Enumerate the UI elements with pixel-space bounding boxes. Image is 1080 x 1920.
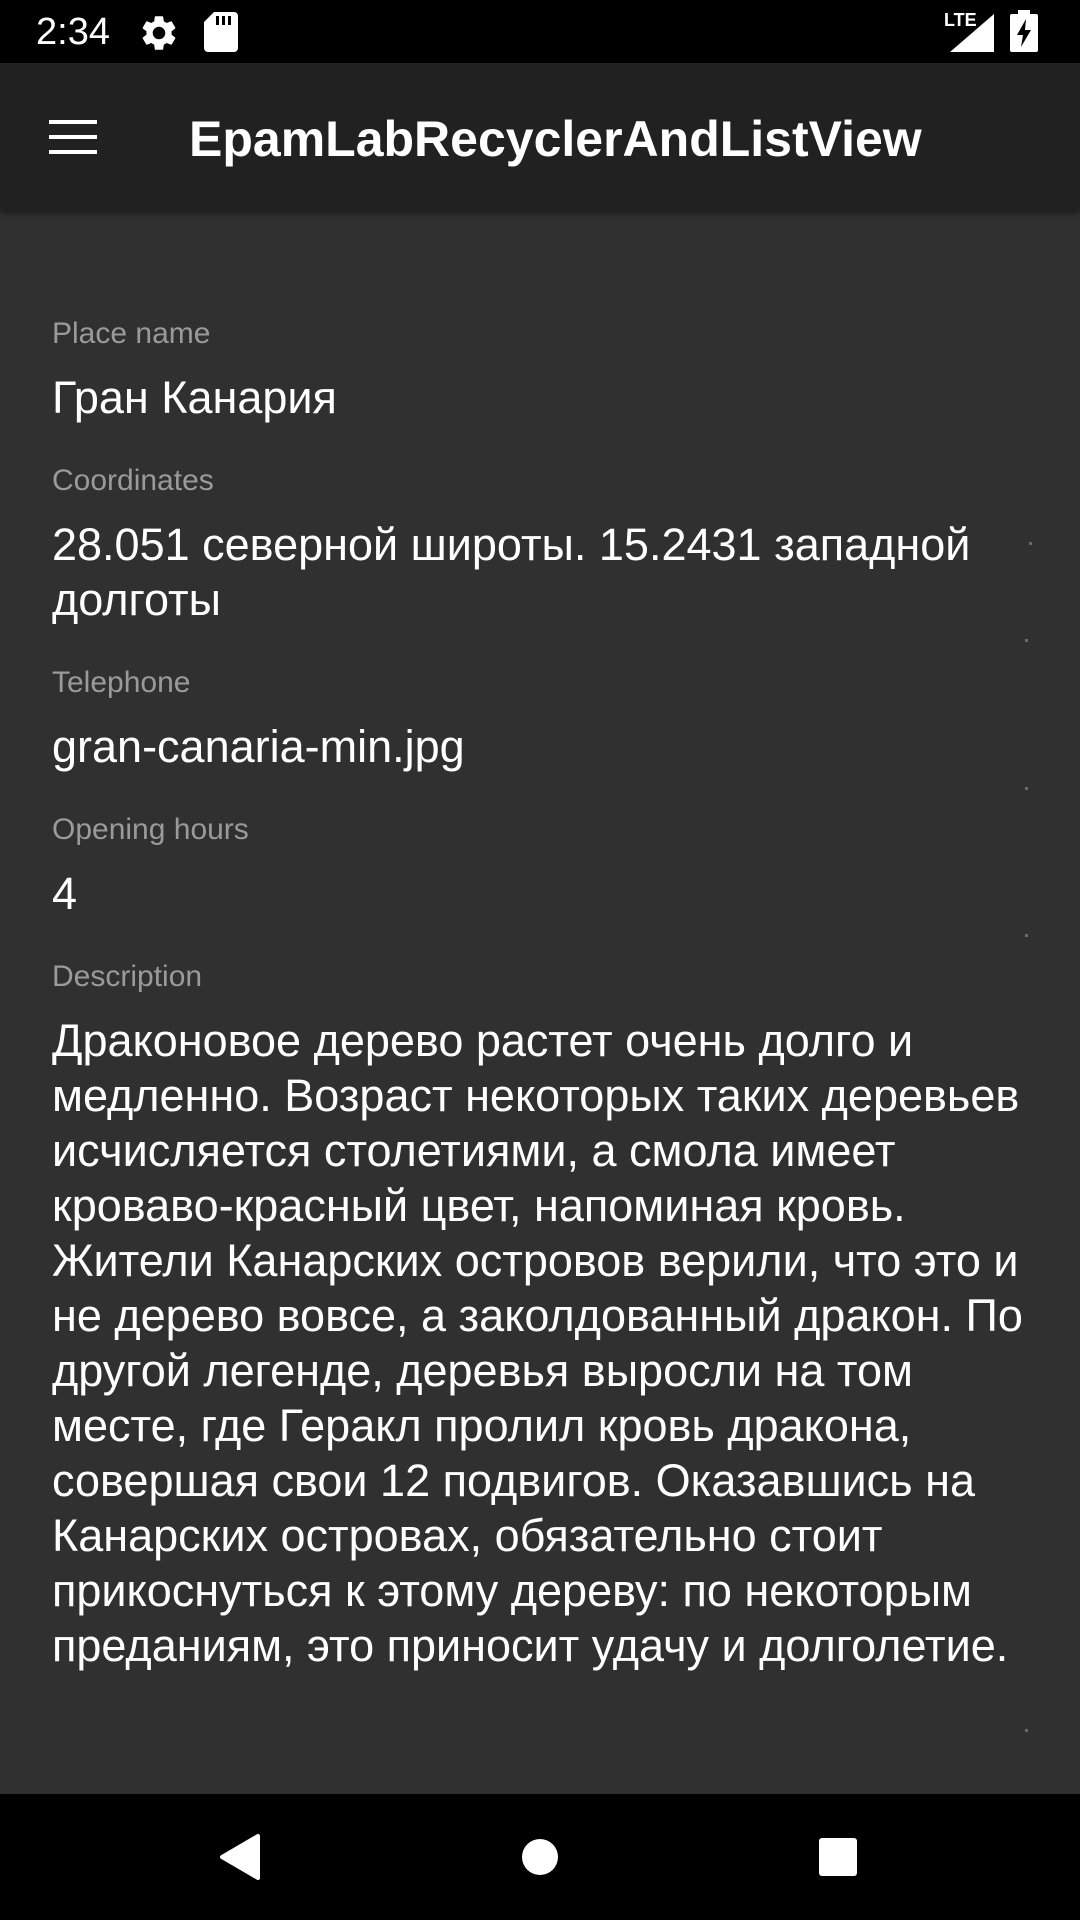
description-field[interactable]: Description Драконовое дерево растет оче… xyxy=(52,959,1028,1698)
place-name-field[interactable]: Place name Гран Канария xyxy=(52,316,1032,545)
opening-hours-field[interactable]: Opening hours 4 xyxy=(52,812,1028,921)
battery-charging-icon xyxy=(1010,10,1038,57)
field-divider xyxy=(1025,639,1028,642)
recents-icon[interactable] xyxy=(798,1822,878,1897)
navigation-bar xyxy=(0,1794,1080,1920)
back-icon[interactable] xyxy=(200,1822,280,1897)
field-divider xyxy=(1025,1729,1028,1732)
home-icon[interactable] xyxy=(500,1822,580,1897)
app-title: EpamLabRecyclerAndListView xyxy=(189,111,922,167)
app-bar: EpamLabRecyclerAndListView xyxy=(0,63,1080,210)
field-divider xyxy=(1025,787,1028,790)
telephone-value[interactable]: gran-canaria-min.jpg xyxy=(52,719,1028,774)
field-divider xyxy=(1025,934,1028,937)
signal-icon xyxy=(950,14,994,57)
place-name-value[interactable]: Гран Канария xyxy=(52,370,1028,425)
sd-card-icon xyxy=(204,12,238,57)
status-time: 2:34 xyxy=(36,11,110,53)
coordinates-value[interactable]: 28.051 северной широты. 15.2431 западной… xyxy=(52,517,1028,627)
coordinates-label: Coordinates xyxy=(52,464,214,497)
telephone-field[interactable]: Telephone gran-canaria-min.jpg xyxy=(52,665,1028,774)
opening-hours-label: Opening hours xyxy=(52,813,249,846)
place-details: Place name Гран Канария Coordinates 28.0… xyxy=(0,210,1080,1794)
place-name-label: Place name xyxy=(52,317,211,350)
coordinates-field[interactable]: Coordinates 28.051 северной широты. 15.2… xyxy=(52,463,1028,627)
description-label: Description xyxy=(52,960,203,993)
field-divider xyxy=(1029,542,1032,545)
telephone-label: Telephone xyxy=(52,666,191,699)
status-bar: 2:34 LTE xyxy=(0,0,1080,63)
settings-icon xyxy=(138,12,180,59)
opening-hours-value[interactable]: 4 xyxy=(52,866,1028,921)
hamburger-menu-icon[interactable] xyxy=(28,101,118,173)
description-value[interactable]: Драконовое дерево растет очень долго и м… xyxy=(52,1013,1028,1698)
